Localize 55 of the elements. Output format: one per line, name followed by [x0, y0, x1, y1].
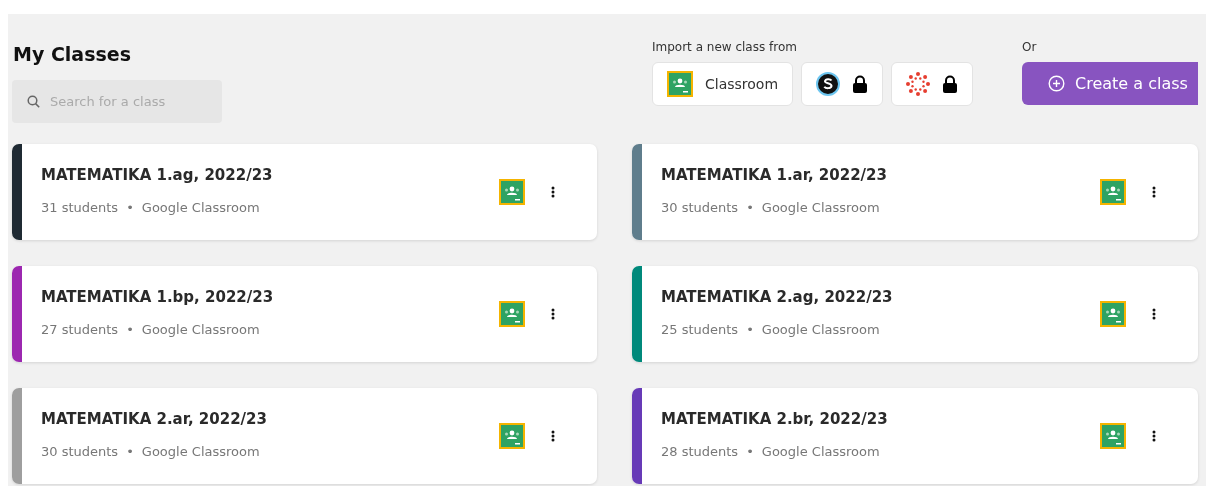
search-icon	[27, 94, 40, 108]
kebab-icon	[551, 430, 555, 442]
student-count: 30 students	[41, 442, 119, 461]
class-source: Google Classroom	[141, 320, 260, 339]
page-title: My Classes	[13, 42, 132, 67]
circle-s-icon	[816, 72, 841, 96]
classroom-icon	[667, 71, 693, 97]
classroom-icon	[1100, 179, 1126, 205]
class-name: MATEMATIKA 2.br, 2022/23	[661, 409, 889, 430]
classroom-icon	[1100, 423, 1126, 449]
student-count: 27 students	[41, 320, 119, 339]
class-name: MATEMATIKA 1.bp, 2022/23	[41, 287, 275, 308]
kebab-icon	[1152, 308, 1156, 320]
class-source: Google Classroom	[141, 198, 260, 217]
kebab-icon	[1152, 430, 1156, 442]
dotted-ring-icon	[906, 72, 931, 96]
separator-dot: •	[126, 198, 134, 217]
kebab-icon	[551, 186, 555, 198]
student-count: 25 students	[661, 320, 739, 339]
class-source: Google Classroom	[141, 442, 260, 461]
class-source: Google Classroom	[761, 198, 880, 217]
class-source: Google Classroom	[761, 320, 880, 339]
or-label: Or	[1022, 39, 1038, 56]
separator-dot: •	[746, 442, 754, 461]
search-field[interactable]: Search for a class	[12, 79, 222, 123]
separator-dot: •	[746, 320, 754, 339]
kebab-icon	[551, 308, 555, 320]
class-card[interactable]: MATEMATIKA 1.ag, 2022/23 31 students • Google Classroom	[12, 144, 597, 240]
student-count: 30 students	[661, 198, 739, 217]
classroom-icon	[499, 423, 525, 449]
classroom-icon	[499, 179, 525, 205]
student-count: 31 students	[41, 198, 119, 217]
classroom-icon	[499, 301, 525, 327]
import-source-button[interactable]: Classroom	[652, 62, 794, 106]
class-source: Google Classroom	[761, 442, 880, 461]
class-card[interactable]: MATEMATIKA 1.bp, 2022/23 27 students • Google Classroom	[12, 266, 597, 362]
separator-dot: •	[126, 442, 134, 461]
classroom-icon	[1100, 301, 1126, 327]
kebab-icon	[1152, 186, 1156, 198]
import-label: Import a new class from	[652, 39, 798, 56]
class-name: MATEMATIKA 1.ag, 2022/23	[41, 165, 274, 186]
plus-circle-icon	[1048, 75, 1065, 92]
class-card[interactable]: MATEMATIKA 1.ar, 2022/23 30 students • Google Classroom	[632, 144, 1198, 240]
class-name: MATEMATIKA 2.ag, 2022/23	[661, 287, 894, 308]
class-card[interactable]: MATEMATIKA 2.br, 2022/23 28 students • Google Classroom	[632, 388, 1198, 484]
student-count: 28 students	[661, 442, 739, 461]
class-card[interactable]: MATEMATIKA 2.ag, 2022/23 25 students • Google Classroom	[632, 266, 1198, 362]
import-source-button[interactable]	[891, 62, 974, 106]
create-class-button[interactable]: Create a class	[1022, 62, 1198, 105]
class-name: MATEMATIKA 2.ar, 2022/23	[41, 409, 268, 430]
class-name: MATEMATIKA 1.ar, 2022/23	[661, 165, 888, 186]
class-card[interactable]: MATEMATIKA 2.ar, 2022/23 30 students • Google Classroom	[12, 388, 597, 484]
separator-dot: •	[746, 198, 754, 217]
separator-dot: •	[126, 320, 134, 339]
import-source-button[interactable]	[801, 62, 884, 106]
